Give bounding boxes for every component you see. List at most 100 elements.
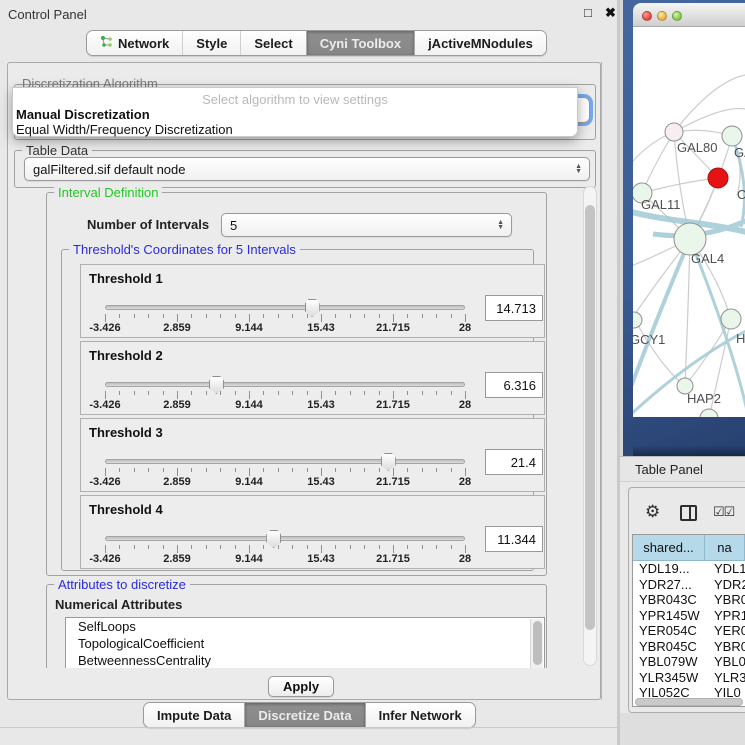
cell-shared-name[interactable]: YBR045C — [633, 639, 710, 655]
slider-tick — [379, 391, 380, 395]
node-table[interactable]: shared... na YDL19...YDL1YDR27...YDR2YBR… — [632, 534, 745, 707]
cell-name[interactable]: YBR0 — [710, 592, 745, 608]
slider-tick — [148, 391, 149, 395]
cell-name[interactable]: YBL0 — [710, 654, 745, 670]
network-icon — [100, 35, 113, 51]
tab-network[interactable]: Network — [87, 31, 182, 55]
cell-shared-name[interactable]: YIL052C — [633, 685, 710, 697]
attributes-scrollbar[interactable] — [530, 619, 543, 668]
columns-icon[interactable] — [680, 505, 697, 521]
slider-tick-label: 15.43 — [307, 399, 335, 411]
cell-name[interactable]: YIL0 — [710, 685, 745, 697]
slider-tick — [163, 468, 164, 472]
tab-select[interactable]: Select — [240, 31, 305, 55]
slider-tick — [263, 545, 264, 549]
threshold-slider[interactable] — [105, 536, 465, 541]
cell-shared-name[interactable]: YBR043C — [633, 592, 710, 608]
table-row[interactable]: YLR345WYLR3 — [633, 670, 745, 686]
slider-tick-label: 28 — [459, 322, 471, 334]
close-traffic-light-icon[interactable] — [642, 11, 652, 21]
panel-edge — [601, 62, 602, 700]
cell-shared-name[interactable]: YBL079W — [633, 654, 710, 670]
attribute-list-item[interactable]: TopologicalCoefficient — [66, 635, 544, 652]
algorithm-dropdown-popup: Select algorithm to view settings Manual… — [12, 87, 578, 137]
attributes-group-label: Attributes to discretize — [54, 577, 190, 592]
float-window-icon[interactable]: □ — [584, 5, 592, 20]
cell-shared-name[interactable]: YER054C — [633, 623, 710, 639]
table-row[interactable]: YDL19...YDL1 — [633, 561, 745, 577]
algorithm-option-equal-width[interactable]: Equal Width/Frequency Discretization — [16, 122, 233, 137]
threshold-value-field[interactable]: 14.713 — [485, 295, 543, 321]
table-row[interactable]: YBL079WYBL0 — [633, 654, 745, 670]
tab-style[interactable]: Style — [182, 31, 240, 55]
table-row[interactable]: YPR145WYPR1 — [633, 608, 745, 624]
number-of-intervals-combobox[interactable]: 5 ▲▼ — [221, 213, 512, 237]
cell-name[interactable]: YBR0 — [710, 639, 745, 655]
svg-text:GAL4: GAL4 — [691, 251, 724, 266]
attribute-list-item[interactable]: BetweennessCentrality — [66, 652, 544, 668]
slider-tick-label: -3.426 — [89, 399, 120, 411]
slider-tick — [220, 314, 221, 318]
threshold-slider[interactable] — [105, 459, 465, 464]
column-header-name[interactable]: na — [705, 535, 745, 561]
slider-tick — [307, 391, 308, 395]
svg-text:H: H — [736, 331, 745, 346]
settings-scrollbar[interactable] — [583, 186, 597, 666]
apply-button[interactable]: Apply — [268, 676, 334, 697]
table-row[interactable]: YBR043CYBR0 — [633, 592, 745, 608]
slider-tick — [335, 314, 336, 318]
algorithm-option-manual[interactable]: Manual Discretization — [16, 107, 150, 122]
cell-shared-name[interactable]: YDR27... — [633, 577, 710, 593]
cell-name[interactable]: YDL1 — [710, 561, 745, 577]
table-row[interactable]: YBR045CYBR0 — [633, 639, 745, 655]
threshold-slider[interactable] — [105, 382, 465, 387]
threshold-value-field[interactable]: 11.344 — [485, 526, 543, 552]
slider-tick — [177, 314, 178, 322]
network-window-titlebar[interactable] — [633, 3, 745, 27]
tab-infer-network[interactable]: Infer Network — [365, 703, 475, 727]
slider-tick — [335, 468, 336, 472]
network-canvas[interactable]: GAL80 GA C GAL11 GAL4 GCY1 H HAP2 — [633, 27, 745, 417]
tab-discretize-data[interactable]: Discretize Data — [244, 703, 364, 727]
checkbox-icons[interactable]: ☑☑ — [713, 504, 734, 520]
cell-shared-name[interactable]: YLR345W — [633, 670, 710, 686]
tab-impute-data[interactable]: Impute Data — [144, 703, 244, 727]
close-icon[interactable]: ✖ — [605, 5, 616, 21]
cell-name[interactable]: YLR3 — [710, 670, 745, 686]
cell-name[interactable]: YDR2 — [710, 577, 745, 593]
attribute-list-item[interactable]: SelfLoops — [66, 618, 544, 635]
settings-scrollbar-thumb[interactable] — [585, 205, 595, 630]
slider-tick — [292, 468, 293, 472]
svg-text:GAL11: GAL11 — [641, 197, 681, 212]
threshold-value-field[interactable]: 21.4 — [485, 449, 543, 475]
threshold-slider[interactable] — [105, 305, 465, 310]
table-row[interactable]: YIL052CYIL0 — [633, 685, 745, 697]
slider-tick — [393, 468, 394, 476]
cell-shared-name[interactable]: YPR145W — [633, 608, 710, 624]
node-bottom — [700, 409, 718, 417]
number-of-intervals-label: Number of Intervals — [87, 217, 209, 232]
slider-tick-label: -3.426 — [89, 322, 120, 334]
column-header-shared-name[interactable]: shared... — [633, 535, 705, 561]
threshold-value-field[interactable]: 6.316 — [485, 372, 543, 398]
slider-tick — [278, 468, 279, 472]
table-horizontal-scrollbar[interactable] — [635, 698, 743, 706]
table-panel-title: Table Panel — [635, 462, 703, 477]
slider-tick — [451, 391, 452, 395]
cell-name[interactable]: YER0 — [710, 623, 745, 639]
slider-tick — [350, 314, 351, 318]
slider-tick — [148, 545, 149, 549]
cell-name[interactable]: YPR1 — [710, 608, 745, 624]
numerical-attributes-list[interactable]: SelfLoopsTopologicalCoefficientBetweenne… — [65, 617, 545, 668]
table-row[interactable]: YER054CYER0 — [633, 623, 745, 639]
minimize-traffic-light-icon[interactable] — [657, 11, 667, 21]
node-ga — [722, 126, 742, 146]
cell-shared-name[interactable]: YDL19... — [633, 561, 710, 577]
tab-cyni-toolbox[interactable]: Cyni Toolbox — [306, 31, 414, 55]
zoom-traffic-light-icon[interactable] — [672, 11, 682, 21]
table-row[interactable]: YDR27...YDR2 — [633, 577, 745, 593]
threshold-1-panel: Threshold 1-3.4262.8599.14415.4321.71528… — [80, 264, 545, 338]
tab-jactivemnodules[interactable]: jActiveMNodules — [414, 31, 546, 55]
gear-icon[interactable]: ⚙ — [645, 502, 660, 522]
slider-tick — [379, 545, 380, 549]
